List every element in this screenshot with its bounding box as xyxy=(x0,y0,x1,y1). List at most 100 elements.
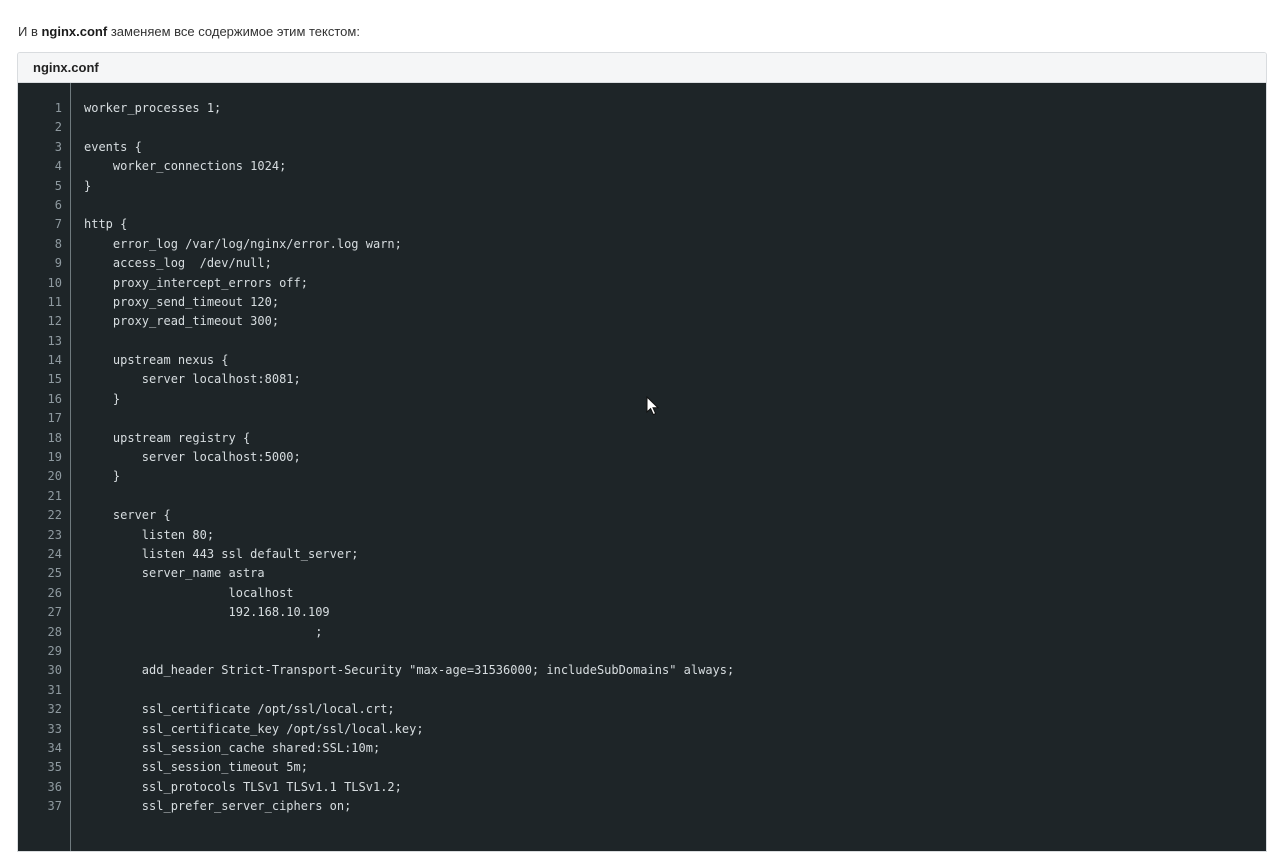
line-number: 34 xyxy=(47,740,62,755)
line-text: ssl_protocols TLSv1 TLSv1.1 TLSv1.2; xyxy=(84,779,402,794)
line-text: ; xyxy=(84,624,323,639)
code-line: 5} xyxy=(18,177,1266,196)
code-body[interactable]: 1 worker_processes 1; 2 3 events {4 worker_c… xyxy=(18,83,1266,851)
line-number: 14 xyxy=(47,353,62,368)
line-number: 11 xyxy=(47,294,62,309)
code-line: 23 listen 80; xyxy=(18,526,1266,545)
code-line: 25 server_name astra xyxy=(18,564,1266,583)
line-text: server localhost:8081; xyxy=(84,372,301,387)
line-text: } xyxy=(84,178,92,193)
code-line: 18 upstream registry { xyxy=(18,429,1266,448)
line-text: ssl_certificate_key /opt/ssl/local.key; xyxy=(84,721,424,736)
code-line: 13 xyxy=(18,332,1266,351)
line-text: server { xyxy=(84,508,171,523)
intro-filename: nginx.conf xyxy=(41,24,108,39)
line-text: } xyxy=(84,391,121,406)
line-text: upstream registry { xyxy=(84,430,251,445)
line-number: 35 xyxy=(47,760,62,775)
intro-text: И в nginx.conf заменяем все содержимое э… xyxy=(18,24,360,39)
code-line: 14 upstream nexus { xyxy=(18,351,1266,370)
line-text: ssl_session_timeout 5m; xyxy=(84,760,308,775)
code-line: 26 localhost xyxy=(18,584,1266,603)
line-number: 17 xyxy=(47,411,62,426)
code-line: 6 xyxy=(18,196,1266,215)
line-number: 29 xyxy=(47,643,62,658)
code-line: 36 ssl_protocols TLSv1 TLSv1.1 TLSv1.2; xyxy=(18,778,1266,797)
line-number: 32 xyxy=(47,702,62,717)
code-lines: 1 worker_processes 1; 2 3 events {4 worker_c… xyxy=(18,99,1266,816)
code-line: 15 server localhost:8081; xyxy=(18,370,1266,389)
line-text: add_header Strict-Transport-Security "ma… xyxy=(84,663,735,678)
line-number: 27 xyxy=(47,605,62,620)
line-number: 13 xyxy=(47,333,62,348)
line-text: ssl_prefer_server_ciphers on; xyxy=(84,799,352,814)
code-line: 30 add_header Strict-Transport-Security … xyxy=(18,661,1266,680)
line-number: 28 xyxy=(47,624,62,639)
line-number: 24 xyxy=(47,546,62,561)
line-number: 20 xyxy=(47,469,62,484)
line-text: proxy_read_timeout 300; xyxy=(84,314,280,329)
code-line: 35 ssl_session_timeout 5m; xyxy=(18,758,1266,777)
line-text: listen 443 ssl default_server; xyxy=(84,546,359,561)
line-number: 23 xyxy=(47,527,62,542)
line-number: 6 xyxy=(54,197,62,212)
code-line: 7 http { xyxy=(18,215,1266,234)
line-text: worker_processes 1; xyxy=(84,101,222,115)
line-number: 4 xyxy=(54,159,62,174)
line-number: 36 xyxy=(47,779,62,794)
line-number: 22 xyxy=(47,508,62,523)
code-line: 22 server { xyxy=(18,506,1266,525)
code-line: 31 xyxy=(18,681,1266,700)
line-number: 5 xyxy=(54,178,62,193)
code-line: 20 } xyxy=(18,467,1266,486)
line-number: 10 xyxy=(47,275,62,290)
line-text: upstream nexus { xyxy=(84,353,229,368)
line-text: http { xyxy=(84,217,128,232)
line-text: error_log /var/log/nginx/error.log warn; xyxy=(84,236,402,251)
line-number: 15 xyxy=(47,372,62,387)
code-line: 12 proxy_read_timeout 300; xyxy=(18,312,1266,331)
code-line: 1 worker_processes 1; xyxy=(18,99,1266,118)
code-line: 33 ssl_certificate_key /opt/ssl/local.ke… xyxy=(18,720,1266,739)
line-number: 8 xyxy=(54,236,62,251)
line-text: } xyxy=(84,469,121,484)
code-line: 34 ssl_session_cache shared:SSL:10m; xyxy=(18,739,1266,758)
line-number: 2 xyxy=(54,120,62,135)
code-line: 29 xyxy=(18,642,1266,661)
line-number: 33 xyxy=(47,721,62,736)
line-text: worker_connections 1024; xyxy=(84,159,287,174)
code-block-title: nginx.conf xyxy=(18,53,1266,83)
line-text: proxy_intercept_errors off; xyxy=(84,275,308,290)
line-text: access_log /dev/null; xyxy=(84,256,272,271)
line-text: proxy_send_timeout 120; xyxy=(84,294,280,309)
line-number: 30 xyxy=(47,663,62,678)
line-text: ssl_certificate /opt/ssl/local.crt; xyxy=(84,702,395,717)
code-line: 19 server localhost:5000; xyxy=(18,448,1266,467)
line-number: 16 xyxy=(47,391,62,406)
line-number: 21 xyxy=(47,488,62,503)
code-line: 37 ssl_prefer_server_ciphers on; xyxy=(18,797,1266,816)
code-line: 4 worker_connections 1024; xyxy=(18,157,1266,176)
mouse-pointer-icon xyxy=(646,396,660,416)
line-text: server localhost:5000; xyxy=(84,450,301,465)
code-line: 16 } xyxy=(18,390,1266,409)
line-text: ssl_session_cache shared:SSL:10m; xyxy=(84,740,381,755)
line-number: 31 xyxy=(47,682,62,697)
code-line: 2 xyxy=(18,118,1266,137)
line-number: 26 xyxy=(47,585,62,600)
line-number: 25 xyxy=(47,566,62,581)
code-line: 3 events { xyxy=(18,138,1266,157)
line-number: 9 xyxy=(54,256,62,271)
line-text: server_name astra xyxy=(84,566,265,581)
code-line: 24 listen 443 ssl default_server; xyxy=(18,545,1266,564)
code-line: 27 192.168.10.109 xyxy=(18,603,1266,622)
line-number: 37 xyxy=(47,799,62,814)
code-line: 17 xyxy=(18,409,1266,428)
code-block: nginx.conf 1 worker_processes 1; 2 3 events … xyxy=(17,52,1267,852)
line-text: localhost xyxy=(84,585,294,600)
code-line: 10 proxy_intercept_errors off; xyxy=(18,274,1266,293)
code-line: 8 error_log /var/log/nginx/error.log war… xyxy=(18,235,1266,254)
code-line: 9 access_log /dev/null; xyxy=(18,254,1266,273)
line-number: 19 xyxy=(47,450,62,465)
intro-suffix: заменяем все содержимое этим текстом: xyxy=(107,24,360,39)
